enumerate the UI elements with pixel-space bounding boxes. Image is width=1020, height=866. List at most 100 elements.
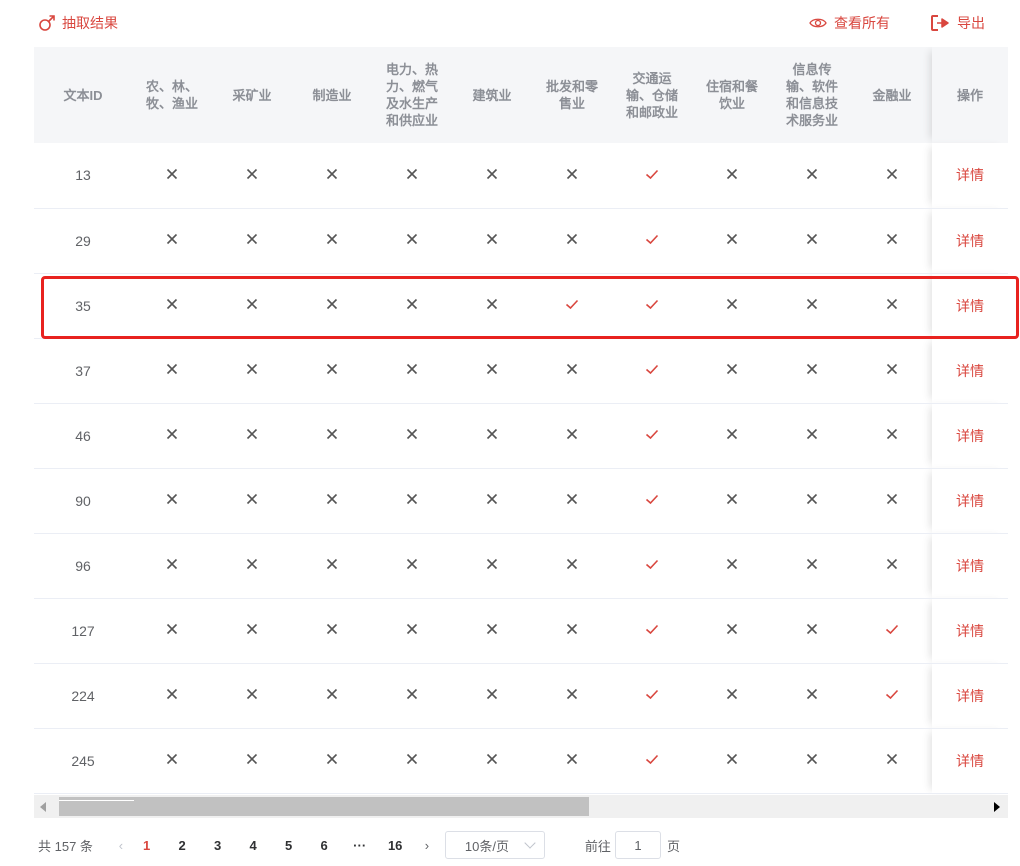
cell-finance [852,598,932,664]
cross-icon [806,623,818,635]
cross-icon [246,558,258,570]
scrollbar-thumb[interactable] [59,797,589,816]
actions-cell: 详情 [932,598,1008,664]
page-5[interactable]: 5 [271,838,307,853]
cell-finance [852,533,932,599]
export-button[interactable]: 导出 [931,13,985,33]
cell-wholesale-retail [532,208,612,274]
cell-construction [452,143,532,209]
column-header-it-services: 信息传输、软件和信息技术服务业 [772,47,852,143]
cross-icon [806,298,818,310]
cell-manufacturing [292,143,372,209]
goto-suffix: 页 [666,838,680,854]
cell-manufacturing [292,273,372,339]
details-link[interactable]: 详情 [956,688,984,704]
horizontal-scrollbar[interactable] [34,795,1008,818]
cross-icon [726,168,738,179]
details-link[interactable]: 详情 [956,623,984,639]
cell-construction [452,273,532,339]
text-id-cell: 90 [34,468,132,534]
page-3[interactable]: 3 [200,838,236,853]
cell-mining [212,728,292,794]
cross-icon [166,168,178,179]
cell-it-services [772,338,852,404]
check-icon [565,299,579,310]
cell-construction [452,208,532,274]
cell-manufacturing [292,338,372,404]
text-id-cell: 13 [34,143,132,209]
scroll-left-arrow-icon[interactable] [40,802,46,812]
table-row: 90 详情 [34,468,1008,534]
cell-agriculture [132,143,212,209]
export-label: 导出 [957,15,985,31]
eye-icon [809,18,827,28]
text-id-cell: 35 [34,273,132,339]
goto-page-input[interactable] [614,831,661,859]
cell-hospitality [692,663,772,729]
cell-mining [212,273,292,339]
cell-utilities [372,598,452,664]
details-link[interactable]: 详情 [956,428,984,444]
cell-mining [212,338,292,404]
cell-transport [612,533,692,599]
table-row: 35 详情 [34,273,1008,339]
cross-icon [326,233,338,245]
cross-icon [806,558,818,570]
cross-icon [246,753,258,765]
page-4[interactable]: 4 [235,838,271,853]
page-ellipsis[interactable]: ··· [342,838,378,853]
cell-agriculture [132,403,212,469]
cross-icon [326,688,338,700]
details-link[interactable]: 详情 [956,363,984,379]
details-link[interactable]: 详情 [956,167,984,183]
details-link[interactable]: 详情 [956,233,984,249]
cell-agriculture [132,273,212,339]
actions-cell: 详情 [932,728,1008,794]
text-id-cell: 37 [34,338,132,404]
actions-cell: 详情 [932,338,1008,404]
cell-it-services [772,468,852,534]
cross-icon [246,168,258,179]
page-size-select[interactable]: 10条/页 [444,831,545,859]
cell-finance [852,403,932,469]
cross-icon [406,363,418,375]
page-6[interactable]: 6 [306,838,342,853]
prev-page-icon[interactable]: ‹ [113,838,129,853]
cross-icon [246,623,258,635]
column-header-transport: 交通运输、仓储和邮政业 [612,47,692,143]
cell-construction [452,598,532,664]
cross-icon [166,753,178,765]
page-1[interactable]: 1 [129,838,165,853]
details-link[interactable]: 详情 [956,493,984,509]
toolbar: 抽取结果 查看所有 导出 [0,0,1020,47]
extraction-results-title[interactable]: 抽取结果 [38,13,118,33]
column-header-agriculture: 农、林、牧、渔业 [132,47,212,143]
cross-icon [886,233,898,245]
scroll-right-arrow-icon[interactable] [994,802,1000,812]
cell-transport [612,598,692,664]
view-all-button[interactable]: 查看所有 [809,13,890,33]
details-link[interactable]: 详情 [956,298,984,314]
table-row: 224 详情 [34,663,1008,729]
cell-agriculture [132,533,212,599]
cell-hospitality [692,338,772,404]
cell-hospitality [692,143,772,209]
cross-icon [406,623,418,635]
cross-icon [726,298,738,310]
next-page-icon[interactable]: › [419,838,435,853]
page-2[interactable]: 2 [164,838,200,853]
cross-icon [486,753,498,765]
cross-icon [166,428,178,440]
cell-utilities [372,273,452,339]
cross-icon [726,558,738,570]
details-link[interactable]: 详情 [956,558,984,574]
cell-wholesale-retail [532,143,612,209]
page-16[interactable]: 16 [377,838,413,853]
cell-wholesale-retail [532,728,612,794]
column-header-wholesale-retail: 批发和零售业 [532,47,612,143]
cross-icon [726,363,738,375]
cell-hospitality [692,728,772,794]
cell-manufacturing [292,728,372,794]
results-table-container[interactable]: 文本ID 农、林、牧、渔业 采矿业 制造业 电力、热力、燃气及水生产和供应业 建… [34,47,1008,818]
details-link[interactable]: 详情 [956,753,984,769]
